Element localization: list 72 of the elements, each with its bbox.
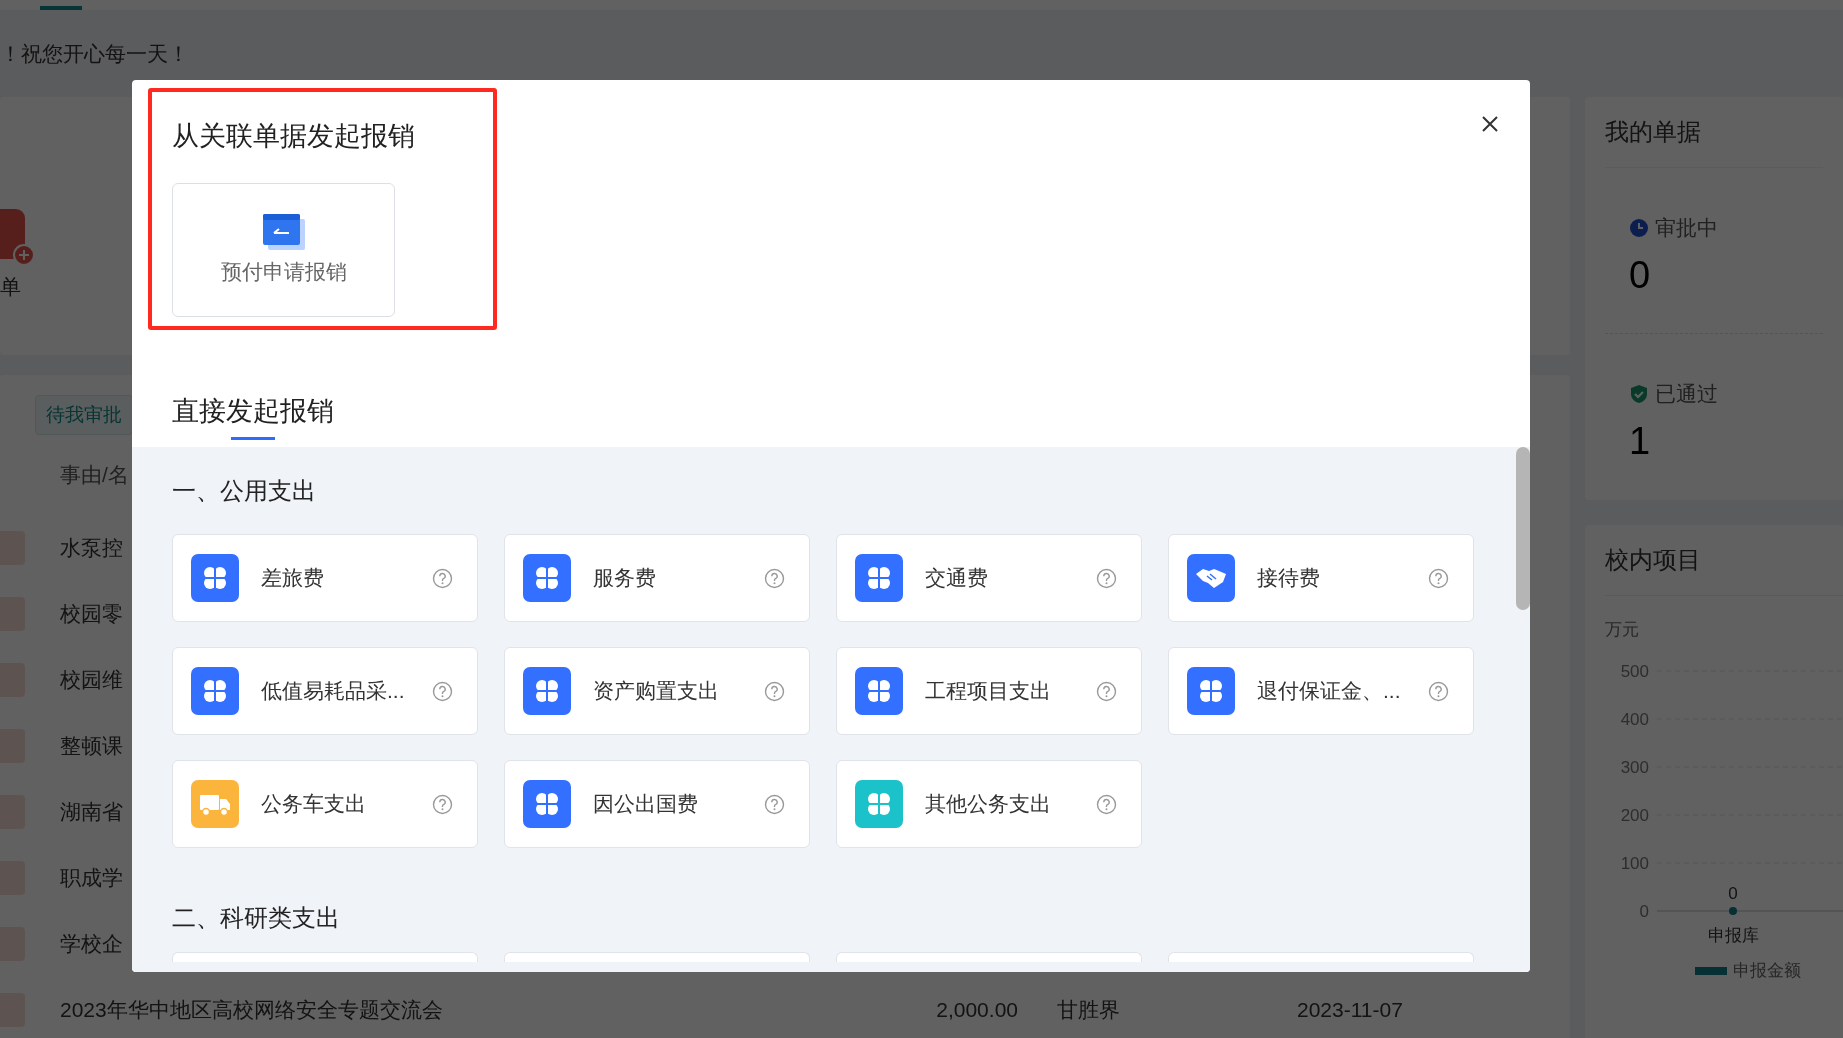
help-icon: [1428, 567, 1449, 589]
help-icon: [1096, 567, 1117, 589]
expense-tile[interactable]: 其他公务支出: [836, 760, 1142, 848]
help-icon: [764, 680, 785, 702]
expense-tile[interactable]: 服务费: [504, 534, 810, 622]
tile-label: 低值易耗品采...: [261, 678, 406, 704]
data-label: 0: [1728, 884, 1738, 903]
table-cell: 水泵控: [60, 536, 123, 559]
tile-label: 交通费: [925, 565, 989, 591]
tab[interactable]: 直接发起报销: [172, 395, 334, 440]
close-icon[interactable]: [1480, 114, 1500, 134]
expense-tile[interactable]: 差旅费: [172, 534, 478, 622]
table-cell: 整顿课: [60, 734, 123, 757]
help-icon: [764, 793, 785, 815]
tile-label: 公务车支出: [261, 791, 367, 817]
table-cell: 甘胜界: [1057, 998, 1120, 1021]
expense-tile[interactable]: [1168, 952, 1474, 962]
stat-label: 已通过: [1655, 381, 1718, 407]
help-icon: [1096, 793, 1117, 815]
stat-value: 1: [1629, 420, 1651, 463]
table-cell: 2023年华中地区高校网络安全专题交流会: [60, 998, 443, 1021]
legend-label: 申报金额: [1733, 960, 1801, 982]
expense-tile[interactable]: 退付保证金、...: [1168, 647, 1474, 735]
tile-label: 工程项目支出: [925, 678, 1052, 704]
table-cell: 2023-11-07: [1297, 998, 1403, 1021]
help-icon: [432, 567, 453, 589]
expense-tile[interactable]: 资产购置支出: [504, 647, 810, 735]
tile-label: 资产购置支出: [593, 678, 720, 704]
tile-label: 接待费: [1257, 565, 1321, 591]
shield-check-icon: [1629, 384, 1649, 404]
help-icon: [764, 567, 785, 589]
tile-label: 服务费: [593, 565, 657, 591]
column-header: 事由/名: [60, 462, 129, 488]
tile-label: 差旅费: [261, 565, 325, 591]
expense-tile[interactable]: [172, 952, 478, 962]
section-title: 从关联单据发起报销: [172, 120, 415, 153]
stat-label: 审批中: [1655, 215, 1718, 241]
tile-label: 退付保证金、...: [1257, 678, 1402, 704]
category-heading: 二、科研类支出: [172, 903, 340, 933]
tile-label: 其他公务支出: [925, 791, 1052, 817]
table-cell: 湖南省: [60, 800, 123, 823]
table-cell: 校园维: [60, 668, 123, 691]
document-icon: [262, 214, 305, 250]
app-icon[interactable]: [0, 209, 36, 267]
expense-tile[interactable]: 公务车支出: [172, 760, 478, 848]
table-cell: 2,000.00: [936, 998, 1018, 1022]
category-label: 申报库: [1707, 926, 1759, 945]
expense-tile[interactable]: 工程项目支出: [836, 647, 1142, 735]
expense-tile[interactable]: [504, 952, 810, 962]
help-icon: [1096, 680, 1117, 702]
clock-icon: [1629, 218, 1649, 238]
greeting-text: ！祝您开心每一天！: [0, 40, 189, 67]
expense-tile[interactable]: 接待费: [1168, 534, 1474, 622]
table-cell: 学校企: [60, 932, 123, 955]
active-tab-indicator: [40, 6, 82, 10]
expense-tile[interactable]: [836, 952, 1142, 962]
axis-unit: 万元: [1605, 619, 1639, 641]
stat-value: 0: [1629, 254, 1651, 297]
expense-tile[interactable]: 交通费: [836, 534, 1142, 622]
scrollbar-thumb[interactable]: [1516, 447, 1530, 610]
table-cell: 职成学: [60, 866, 123, 889]
expense-tile[interactable]: 因公出国费: [504, 760, 810, 848]
card-title: 校内项目: [1605, 545, 1701, 575]
help-icon: [432, 680, 453, 702]
help-icon: [432, 793, 453, 815]
expense-tile[interactable]: 低值易耗品采...: [172, 647, 478, 735]
table-cell: 校园零: [60, 602, 123, 625]
category-heading: 一、公用支出: [172, 476, 316, 506]
tile-label: 因公出国费: [593, 791, 699, 817]
card-title: 我的单据: [1605, 117, 1701, 147]
linked-option-card[interactable]: 预付申请报销: [172, 183, 395, 317]
help-icon: [1428, 680, 1449, 702]
